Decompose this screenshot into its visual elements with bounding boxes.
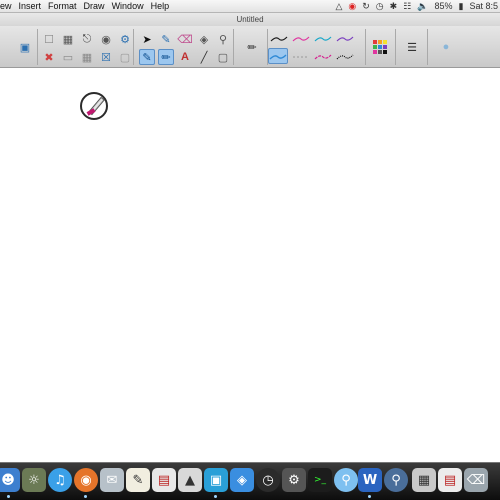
close-box-icon[interactable]: ☒ <box>98 49 114 65</box>
screen-shade-icon[interactable]: ▭ <box>60 49 76 65</box>
menu-list: ew Insert Format Draw Window Help <box>0 1 176 11</box>
photos-icon[interactable]: ☼ <box>22 468 46 492</box>
creative-pen-icon[interactable]: ✎ <box>139 49 155 65</box>
color-palette-icon[interactable] <box>373 40 387 54</box>
status-area: △ ◉ ↻ ◷ ✱ ☷ 🔈 85% ▮ Sat 8:5 <box>335 0 500 13</box>
word-icon[interactable]: W <box>358 468 382 492</box>
system-prefs-icon[interactable]: ⚙ <box>282 468 306 492</box>
menu-insert[interactable]: Insert <box>19 1 49 11</box>
window-title: Untitled <box>0 13 500 26</box>
text-icon[interactable]: ⎋ <box>79 31 95 47</box>
running-indicator <box>7 495 10 498</box>
toolbar-group-line-styles <box>268 29 366 65</box>
notes-icon[interactable]: ▤ <box>438 468 462 492</box>
drawing-canvas[interactable] <box>0 68 500 462</box>
battery-icon[interactable]: ▮ <box>459 0 464 13</box>
bluetooth-icon[interactable]: ✱ <box>390 0 398 13</box>
disk-utility-icon[interactable]: ▦ <box>412 468 436 492</box>
text-tool-icon[interactable]: A <box>177 49 193 65</box>
dashboard-icon[interactable]: ◈ <box>230 468 254 492</box>
timer-icon[interactable]: ◷ <box>376 0 384 13</box>
highlighter-icon[interactable]: ✏ <box>158 49 174 65</box>
line-width-icon[interactable]: ☰ <box>404 39 420 55</box>
notification-icon[interactable]: △ <box>335 0 342 13</box>
finder-icon[interactable]: ☻ <box>0 468 20 492</box>
line-tool-icon[interactable]: ╱ <box>196 49 212 65</box>
table-icon[interactable]: ▦ <box>79 49 95 65</box>
shape-tool-icon[interactable]: ▢ <box>215 49 231 65</box>
calendar-icon[interactable]: ▤ <box>152 468 176 492</box>
toolbar-group-tools: ➤ ✎ ⌫ ◈ ⚲ ✎ ✏ A ╱ ▢ <box>134 29 234 65</box>
toolbar-group-transparency: ● <box>428 29 462 65</box>
eraser-icon[interactable]: ⌫ <box>177 31 193 47</box>
volume-icon[interactable]: 🔈 <box>417 0 428 13</box>
toolbar-group-display: ▣ <box>0 29 38 65</box>
app-store-icon[interactable]: ▲ <box>178 468 202 492</box>
fill-icon[interactable]: ⚲ <box>215 31 231 47</box>
globe-icon[interactable]: ◉ <box>98 31 114 47</box>
record-icon[interactable]: ◉ <box>348 0 356 13</box>
search-icon[interactable]: ⚲ <box>384 468 408 492</box>
capture-icon[interactable]: ▢ <box>117 49 133 65</box>
activity-monitor-icon[interactable]: ◷ <box>256 468 280 492</box>
firefox-icon[interactable]: ◉ <box>74 468 98 492</box>
magic-pen-icon[interactable]: ◈ <box>196 31 212 47</box>
pen-tool-icon[interactable]: ✎ <box>158 31 174 47</box>
line-style-magenta[interactable] <box>314 53 332 61</box>
line-style-pink[interactable] <box>292 35 310 43</box>
image-icon[interactable]: ▦ <box>60 31 76 47</box>
menu-help[interactable]: Help <box>151 1 177 11</box>
wifi-icon[interactable]: ☷ <box>403 0 411 13</box>
menu-format[interactable]: Format <box>48 1 84 11</box>
pencil-icon[interactable]: ✏ <box>244 39 260 55</box>
menu-draw[interactable]: Draw <box>84 1 112 11</box>
preview-icon[interactable]: ▣ <box>204 468 228 492</box>
dock: ☻ ☼ ♫ ◉ ✉ ✎ ▤ ▲ ▣ ◈ ◷ ⚙ >_ ⚲ W ⚲ ▦ ▤ ⌫ <box>0 462 500 500</box>
textedit-icon[interactable]: ✎ <box>126 468 150 492</box>
toolbar-group-pages: ☐ ▦ ⎋ ◉ ⚙ ✖ ▭ ▦ ☒ ▢ <box>38 29 134 65</box>
line-style-more-icon[interactable] <box>350 39 366 55</box>
transparency-icon[interactable]: ● <box>438 39 454 55</box>
line-style-dash[interactable] <box>292 53 310 61</box>
itunes-icon[interactable]: ♫ <box>48 468 72 492</box>
battery-percent: 85% <box>434 1 453 11</box>
running-indicator <box>84 495 87 498</box>
clock[interactable]: Sat 8:5 <box>469 0 498 13</box>
terminal-icon[interactable]: >_ <box>308 468 332 492</box>
menu-window[interactable]: Window <box>112 1 151 11</box>
toolbar-group-pen-props: ✏ <box>234 29 268 65</box>
menu-bar: ew Insert Format Draw Window Help △ ◉ ↻ … <box>0 0 500 13</box>
delete-icon[interactable]: ✖ <box>41 49 57 65</box>
line-style-black[interactable] <box>270 35 288 43</box>
shapes-icon[interactable]: ⚙ <box>117 31 133 47</box>
running-indicator <box>368 495 371 498</box>
trash-icon[interactable]: ⌫ <box>464 468 488 492</box>
select-arrow-icon[interactable]: ➤ <box>139 31 155 47</box>
menu-view[interactable]: ew <box>0 1 19 11</box>
toolbar-group-colors <box>366 29 396 65</box>
new-page-icon[interactable]: ☐ <box>41 31 57 47</box>
display-icon[interactable]: ▣ <box>16 39 34 55</box>
messages-icon[interactable]: ⚲ <box>334 468 358 492</box>
selected-line-style[interactable] <box>268 48 288 64</box>
line-style-cyan[interactable] <box>314 35 332 43</box>
toolbar-group-properties: ☰ <box>396 29 428 65</box>
toolbar: ▣ ☐ ▦ ⎋ ◉ ⚙ ✖ ▭ ▦ ☒ ▢ ➤ ✎ ⌫ ◈ ⚲ ✎ ✏ A ╱ … <box>0 26 500 68</box>
mail-icon[interactable]: ✉ <box>100 468 124 492</box>
sync-icon[interactable]: ↻ <box>362 0 370 13</box>
pen-cursor-icon <box>80 92 108 120</box>
running-indicator <box>214 495 217 498</box>
